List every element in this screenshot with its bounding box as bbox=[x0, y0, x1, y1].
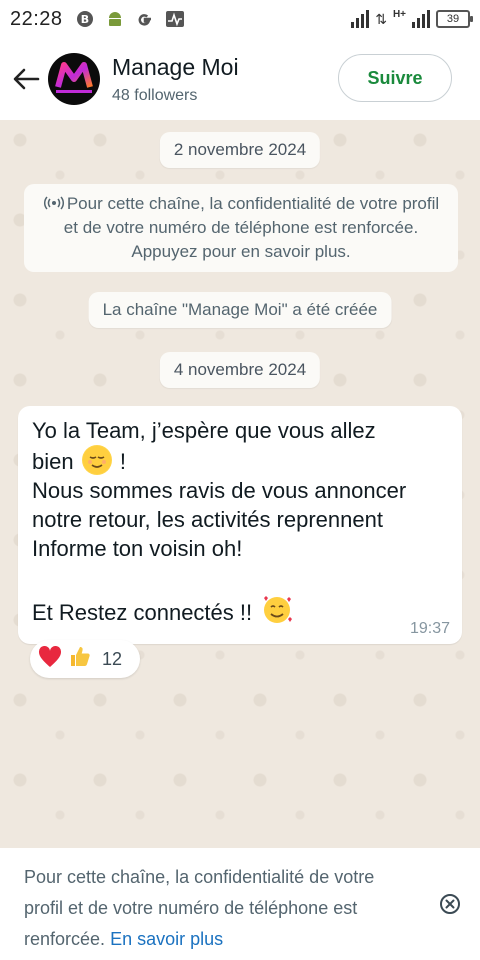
date-divider: 2 novembre 2024 bbox=[159, 132, 321, 168]
manage-moi-logo-icon bbox=[55, 62, 93, 93]
channel-avatar[interactable] bbox=[48, 53, 100, 105]
message-bubble[interactable]: Yo la Team, j’espère que vous allez bien… bbox=[18, 406, 462, 644]
channel-created-notice: La chaîne "Manage Moi" a été créée bbox=[88, 292, 392, 328]
signal-icon-2 bbox=[412, 10, 430, 28]
privacy-notice-text: Pour cette chaîne, la confidentialité de… bbox=[63, 194, 440, 261]
activity-icon bbox=[165, 9, 185, 29]
follow-button[interactable]: Suivre bbox=[338, 54, 452, 102]
status-time: 22:28 bbox=[10, 7, 63, 30]
message-punct: ! bbox=[113, 449, 126, 474]
privacy-notice[interactable]: Pour cette chaîne, la confidentialité de… bbox=[24, 184, 458, 272]
header-text[interactable]: Manage Moi 48 followers bbox=[112, 54, 239, 105]
data-arrows-icon: ⇅ bbox=[375, 10, 387, 27]
svg-text:B: B bbox=[80, 13, 88, 26]
close-circle-icon bbox=[440, 894, 460, 914]
status-notification-icons: B bbox=[75, 9, 185, 29]
signal-icon bbox=[351, 10, 370, 28]
arrow-left-icon bbox=[13, 68, 40, 90]
battery-icon: 39 bbox=[436, 10, 473, 28]
reaction-count: 12 bbox=[102, 648, 123, 669]
channel-name: Manage Moi bbox=[112, 53, 239, 80]
message-blank-line bbox=[32, 563, 448, 592]
relieved-face-emoji-icon bbox=[81, 445, 112, 475]
thumbs-up-reaction-icon bbox=[68, 645, 92, 674]
message-line: bien ! bbox=[32, 445, 448, 476]
message-line: Informe ton voisin oh! bbox=[32, 536, 243, 561]
heart-reaction-icon bbox=[38, 645, 62, 673]
reactions-pill[interactable]: 12 bbox=[30, 640, 140, 678]
google-icon bbox=[135, 9, 155, 29]
banner-text: Pour cette chaîne, la confidentialité de… bbox=[24, 862, 404, 955]
privacy-banner: Pour cette chaîne, la confidentialité de… bbox=[0, 848, 480, 960]
back-button[interactable] bbox=[4, 57, 48, 101]
follower-count: 48 followers bbox=[112, 86, 198, 104]
network-type: H+ bbox=[392, 8, 406, 20]
status-bar: 22:28 B ⇅ H+ 39 bbox=[0, 0, 480, 38]
smiling-face-hearts-emoji-icon bbox=[260, 592, 293, 623]
message-word: bien bbox=[32, 449, 74, 474]
status-right: ⇅ H+ 39 bbox=[351, 8, 473, 28]
close-banner-button[interactable] bbox=[438, 892, 462, 916]
message-closing: Et Restez connectés !! bbox=[32, 600, 253, 625]
message-line: Nous sommes ravis de vous annoncer notre… bbox=[32, 478, 407, 532]
chat-area[interactable]: 2 novembre 2024 Pour cette chaîne, la co… bbox=[0, 120, 480, 848]
channel-header: Manage Moi 48 followers Suivre bbox=[0, 38, 480, 120]
learn-more-link[interactable]: En savoir plus bbox=[110, 929, 223, 949]
battery-level: 39 bbox=[446, 13, 460, 25]
broadcast-icon bbox=[43, 196, 64, 210]
b-circle-icon: B bbox=[75, 9, 95, 29]
message-line: Yo la Team, j’espère que vous allez bbox=[32, 418, 376, 443]
date-divider-2: 4 novembre 2024 bbox=[159, 352, 321, 388]
message-timestamp: 19:37 bbox=[409, 620, 450, 637]
android-icon bbox=[105, 9, 125, 29]
message-line: Et Restez connectés !! bbox=[32, 592, 448, 627]
